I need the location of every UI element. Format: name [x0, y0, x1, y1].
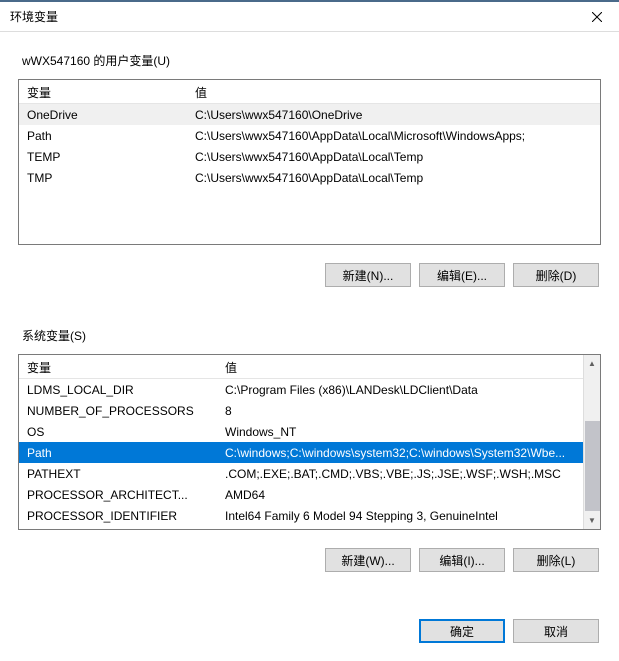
- user-vars-headers: 变量 值: [19, 80, 600, 104]
- var-name-cell: LDMS_LOCAL_DIR: [19, 381, 217, 399]
- table-row[interactable]: TMPC:\Users\wwx547160\AppData\Local\Temp: [19, 167, 600, 188]
- table-row[interactable]: PATHEXT.COM;.EXE;.BAT;.CMD;.VBS;.VBE;.JS…: [19, 463, 600, 484]
- table-row[interactable]: NUMBER_OF_PROCESSORS8: [19, 400, 600, 421]
- system-vars-list[interactable]: 变量 值 LDMS_LOCAL_DIRC:\Program Files (x86…: [18, 354, 601, 530]
- env-vars-dialog: 环境变量 wWX547160 的用户变量(U) 变量 值 OneDriveC:\…: [0, 0, 619, 661]
- var-name-cell: NUMBER_OF_PROCESSORS: [19, 402, 217, 420]
- user-new-button[interactable]: 新建(N)...: [325, 263, 411, 287]
- var-value-cell: C:\Users\wwx547160\AppData\Local\Temp: [187, 148, 600, 166]
- table-row[interactable]: PathC:\Users\wwx547160\AppData\Local\Mic…: [19, 125, 600, 146]
- var-name-cell: Path: [19, 127, 187, 145]
- table-row[interactable]: TEMPC:\Users\wwx547160\AppData\Local\Tem…: [19, 146, 600, 167]
- system-vars-rows: LDMS_LOCAL_DIRC:\Program Files (x86)\LAN…: [19, 379, 600, 526]
- user-header-name[interactable]: 变量: [19, 80, 187, 103]
- var-name-cell: Path: [19, 444, 217, 462]
- table-row[interactable]: OSWindows_NT: [19, 421, 600, 442]
- user-header-value[interactable]: 值: [187, 80, 600, 103]
- ok-button[interactable]: 确定: [419, 619, 505, 643]
- var-name-cell: TEMP: [19, 148, 187, 166]
- var-value-cell: C:\Users\wwx547160\OneDrive: [187, 106, 600, 124]
- window-title: 环境变量: [10, 8, 574, 25]
- user-vars-list[interactable]: 变量 值 OneDriveC:\Users\wwx547160\OneDrive…: [18, 79, 601, 245]
- cancel-button[interactable]: 取消: [513, 619, 599, 643]
- system-vars-headers: 变量 值: [19, 355, 600, 379]
- var-value-cell: 8: [217, 402, 600, 420]
- close-button[interactable]: [574, 2, 619, 32]
- var-name-cell: OS: [19, 423, 217, 441]
- var-value-cell: C:\Users\wwx547160\AppData\Local\Temp: [187, 169, 600, 187]
- var-name-cell: TMP: [19, 169, 187, 187]
- user-vars-buttons: 新建(N)... 编辑(E)... 删除(D): [18, 253, 601, 297]
- var-name-cell: PROCESSOR_ARCHITECT...: [19, 486, 217, 504]
- system-vars-label: 系统变量(S): [18, 321, 601, 346]
- dialog-footer: 确定 取消: [0, 603, 619, 661]
- var-name-cell: OneDrive: [19, 106, 187, 124]
- var-value-cell: Intel64 Family 6 Model 94 Stepping 3, Ge…: [217, 507, 600, 525]
- table-row[interactable]: OneDriveC:\Users\wwx547160\OneDrive: [19, 104, 600, 125]
- var-value-cell: C:\Users\wwx547160\AppData\Local\Microso…: [187, 127, 600, 145]
- var-name-cell: PROCESSOR_IDENTIFIER: [19, 507, 217, 525]
- table-row[interactable]: PROCESSOR_IDENTIFIERIntel64 Family 6 Mod…: [19, 505, 600, 526]
- titlebar: 环境变量: [0, 2, 619, 32]
- user-delete-button[interactable]: 删除(D): [513, 263, 599, 287]
- system-new-button[interactable]: 新建(W)...: [325, 548, 411, 572]
- system-edit-button[interactable]: 编辑(I)...: [419, 548, 505, 572]
- system-header-value[interactable]: 值: [217, 355, 600, 378]
- var-value-cell: C:\Program Files (x86)\LANDesk\LDClient\…: [217, 381, 600, 399]
- table-row[interactable]: PROCESSOR_ARCHITECT...AMD64: [19, 484, 600, 505]
- var-value-cell: C:\windows;C:\windows\system32;C:\window…: [217, 444, 600, 462]
- scroll-up-icon[interactable]: ▲: [584, 355, 601, 372]
- dialog-content: wWX547160 的用户变量(U) 变量 值 OneDriveC:\Users…: [0, 32, 619, 603]
- close-icon: [592, 12, 602, 22]
- table-row[interactable]: PathC:\windows;C:\windows\system32;C:\wi…: [19, 442, 600, 463]
- var-name-cell: PATHEXT: [19, 465, 217, 483]
- system-header-name[interactable]: 变量: [19, 355, 217, 378]
- system-delete-button[interactable]: 删除(L): [513, 548, 599, 572]
- user-vars-label: wWX547160 的用户变量(U): [18, 46, 601, 71]
- user-edit-button[interactable]: 编辑(E)...: [419, 263, 505, 287]
- var-value-cell: Windows_NT: [217, 423, 600, 441]
- var-value-cell: .COM;.EXE;.BAT;.CMD;.VBS;.VBE;.JS;.JSE;.…: [217, 465, 600, 483]
- var-value-cell: AMD64: [217, 486, 600, 504]
- scroll-down-icon[interactable]: ▼: [584, 512, 601, 529]
- system-vars-buttons: 新建(W)... 编辑(I)... 删除(L): [18, 538, 601, 582]
- system-scrollbar[interactable]: ▲ ▼: [583, 355, 600, 529]
- scroll-thumb[interactable]: [585, 421, 600, 511]
- user-vars-rows: OneDriveC:\Users\wwx547160\OneDrivePathC…: [19, 104, 600, 188]
- table-row[interactable]: LDMS_LOCAL_DIRC:\Program Files (x86)\LAN…: [19, 379, 600, 400]
